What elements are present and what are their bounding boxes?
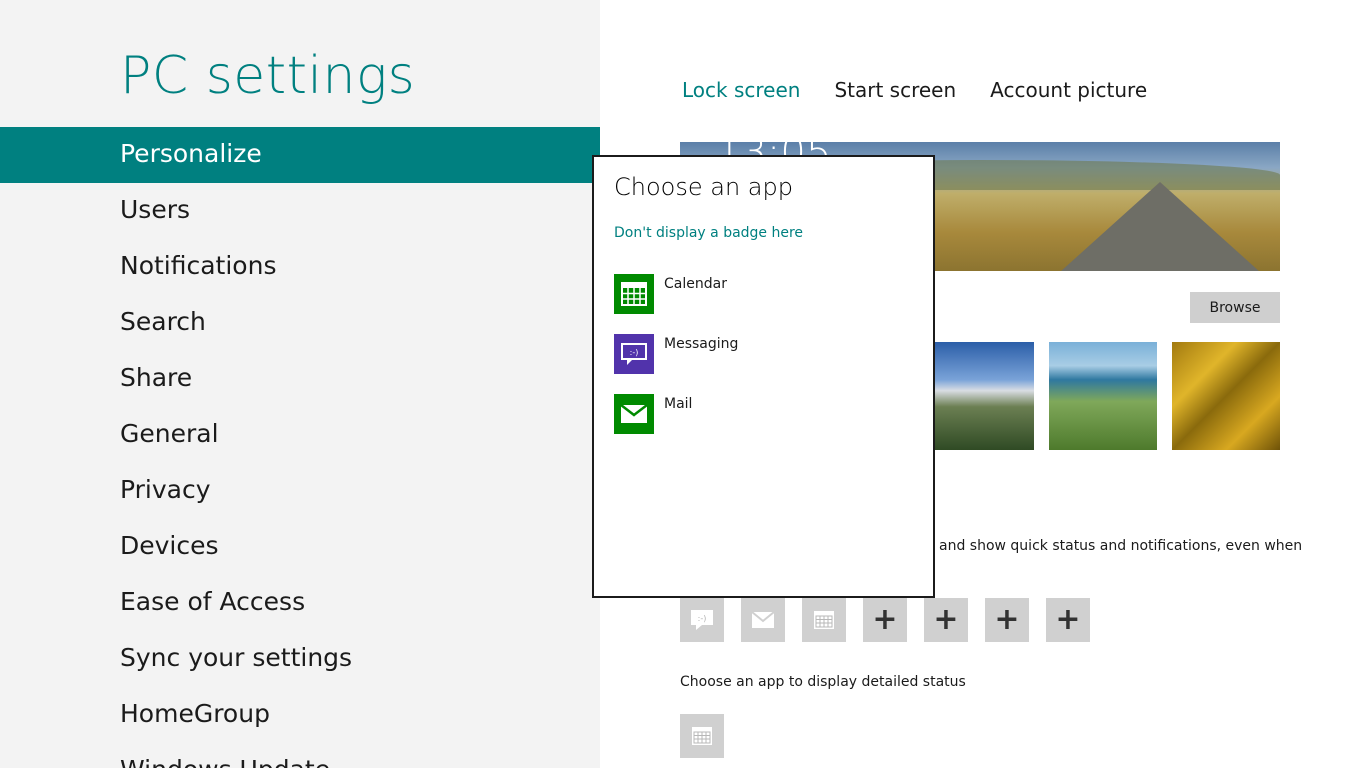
calendar-icon (814, 611, 834, 629)
nav-item-notifications[interactable]: Notifications (0, 239, 600, 295)
tab-account-picture[interactable]: Account picture (990, 78, 1147, 102)
nav-item-devices[interactable]: Devices (0, 519, 600, 575)
app-name-mail: Mail (664, 396, 693, 412)
tab-start-screen[interactable]: Start screen (834, 78, 956, 102)
lock-image-thumbnail-mountains[interactable] (926, 342, 1034, 450)
nav-item-general[interactable]: General (0, 407, 600, 463)
messaging-tile: :-) (614, 334, 654, 374)
badge-slot-messaging[interactable]: :-) (680, 598, 724, 642)
calendar-tile (614, 274, 654, 314)
plus-icon: + (933, 602, 959, 637)
lock-image-thumbnail-coast[interactable] (1049, 342, 1157, 450)
app-name-calendar: Calendar (664, 276, 727, 292)
calendar-icon (692, 727, 712, 745)
badge-slot-add-1[interactable]: + (863, 598, 907, 642)
app-option-calendar[interactable]: Calendar (614, 274, 914, 314)
nav-item-ease-of-access[interactable]: Ease of Access (0, 575, 600, 631)
app-option-messaging[interactable]: :-) Messaging (614, 334, 914, 374)
badge-slot-add-3[interactable]: + (985, 598, 1029, 642)
nav-item-users[interactable]: Users (0, 183, 600, 239)
nav-item-share[interactable]: Share (0, 351, 600, 407)
navigation-pane: PC settings Personalize Users Notificati… (0, 0, 600, 768)
nav-item-search[interactable]: Search (0, 295, 600, 351)
mail-tile (614, 394, 654, 434)
messaging-icon: :-) (691, 610, 713, 630)
badge-slot-calendar[interactable] (802, 598, 846, 642)
plus-icon: + (1055, 602, 1081, 637)
no-badge-link[interactable]: Don't display a badge here (614, 225, 803, 241)
browse-button[interactable]: Browse (1190, 292, 1280, 323)
mail-icon (620, 404, 648, 423)
tab-lock-screen[interactable]: Lock screen (682, 78, 800, 102)
nav-item-personalize[interactable]: Personalize (0, 127, 600, 183)
nav-list: Personalize Users Notifications Search S… (0, 127, 600, 768)
app-name-messaging: Messaging (664, 336, 739, 352)
nav-item-windows-update[interactable]: Windows Update (0, 743, 600, 768)
preview-road (1060, 182, 1260, 271)
lock-image-thumbnail-grass[interactable] (1172, 342, 1280, 450)
svg-text::-): :-) (698, 614, 707, 623)
choose-app-flyout: Choose an app Don't display a badge here… (592, 155, 935, 598)
flyout-title: Choose an app (614, 173, 793, 201)
mail-icon (751, 611, 775, 628)
badge-slot-add-4[interactable]: + (1046, 598, 1090, 642)
tab-bar: Lock screen Start screen Account picture (682, 78, 1147, 102)
svg-text::-): :-) (630, 348, 639, 357)
messaging-icon: :-) (621, 343, 647, 365)
nav-item-homegroup[interactable]: HomeGroup (0, 687, 600, 743)
nav-item-sync-settings[interactable]: Sync your settings (0, 631, 600, 687)
lock-apps-description: and show quick status and notifications,… (939, 538, 1303, 554)
plus-icon: + (872, 602, 898, 637)
detailed-status-slot-calendar[interactable] (680, 714, 724, 758)
app-option-mail[interactable]: Mail (614, 394, 914, 434)
page-title: PC settings (120, 46, 416, 106)
badge-slot-add-2[interactable]: + (924, 598, 968, 642)
nav-item-privacy[interactable]: Privacy (0, 463, 600, 519)
badge-slot-mail[interactable] (741, 598, 785, 642)
detailed-status-label: Choose an app to display detailed status (680, 674, 966, 690)
calendar-icon (621, 282, 647, 306)
plus-icon: + (994, 602, 1020, 637)
